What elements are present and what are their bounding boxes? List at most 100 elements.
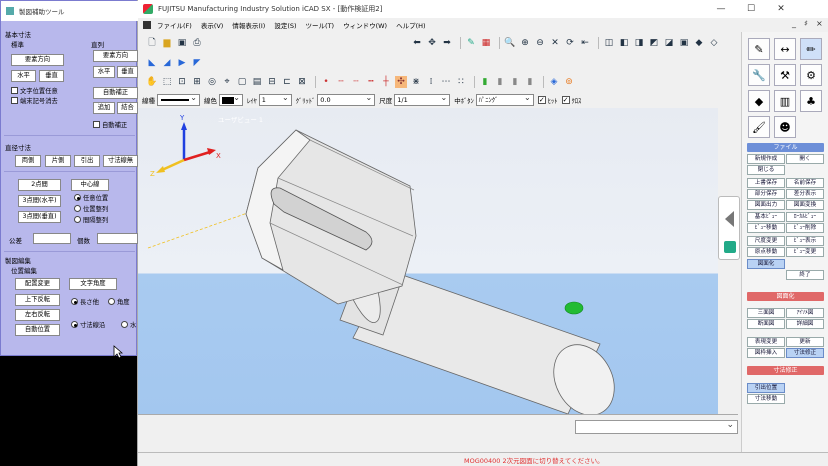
cmd-detail-view[interactable]: 詳細図 — [786, 319, 824, 329]
drawing-check-icon[interactable]: ✎ — [748, 38, 770, 60]
cmd-view-change[interactable]: ﾋﾞｭｰ変更 — [786, 247, 824, 257]
cube-blue-3-icon[interactable]: ▶ — [176, 57, 188, 69]
cmd-local-view[interactable]: ﾛｰｶﾙﾋﾞｭｰ — [786, 212, 824, 222]
tolerance-input[interactable] — [33, 233, 71, 244]
dimension-icon[interactable]: ↔ — [774, 38, 796, 60]
cmd-end[interactable]: 終了 — [786, 270, 824, 280]
cmd-show-change[interactable]: 表現変更 — [747, 337, 785, 347]
zoom-out-icon[interactable]: ⊖ — [534, 37, 546, 49]
length-radio[interactable]: 長さ他 — [71, 297, 99, 306]
3d-viewport[interactable]: ユーザビュー 1 Y X Z — [138, 108, 718, 414]
lamp-icon[interactable]: ⊚ — [563, 76, 575, 88]
close-button[interactable]: ✕ — [768, 0, 794, 18]
measure-icon[interactable]: ◈ — [548, 76, 560, 88]
angle-radio[interactable]: 角度 — [108, 297, 130, 306]
flip-updown-button[interactable]: 上下反転 — [15, 294, 60, 306]
green-tool-icon[interactable] — [724, 241, 736, 253]
building-icon[interactable]: ▥ — [774, 90, 796, 112]
snap-end-icon[interactable]: ▢ — [236, 76, 248, 88]
snap-circle-icon[interactable]: ◎ — [206, 76, 218, 88]
minimize-button[interactable]: — — [708, 0, 734, 18]
mdi-close-button[interactable]: × — [816, 19, 823, 28]
cmd-open[interactable]: 開く — [786, 154, 824, 164]
auto-adjust-button[interactable]: 自動補正 — [93, 87, 138, 99]
cmd-axo-view[interactable]: ｱｲｿﾒ図 — [786, 308, 824, 318]
rotate-icon[interactable]: ⟳ — [564, 37, 576, 49]
cube-blue-2-icon[interactable]: ◢ — [161, 57, 173, 69]
add-button[interactable]: 追加 — [93, 102, 115, 114]
space-align-radio[interactable]: 間隔整列 — [74, 215, 108, 224]
menu-info[interactable]: 情報表示(I) — [232, 20, 265, 30]
view-front-icon[interactable]: ◫ — [603, 37, 615, 49]
open-folder-icon[interactable]: ▆ — [161, 37, 173, 49]
side-panel-toggle[interactable] — [718, 196, 740, 260]
grid-snap-icon[interactable]: ⋯ — [440, 76, 452, 88]
cmd-scale-change[interactable]: 尺度変更 — [747, 236, 785, 246]
scale-combo[interactable]: 1/1 — [394, 94, 451, 106]
view-back-icon[interactable]: ◪ — [663, 37, 675, 49]
auto-snap-icon[interactable]: ✣ — [395, 76, 407, 88]
one-side-button[interactable]: 片側 — [45, 155, 71, 167]
category-dim-fix[interactable]: 寸法修正 — [747, 366, 824, 375]
grid-combo[interactable]: 0.0 — [317, 94, 376, 106]
new-file-icon[interactable]: 🗋 — [146, 37, 158, 49]
no-dim-line-button[interactable]: 寸法線無 — [103, 155, 138, 167]
view-side-icon[interactable]: ◨ — [633, 37, 645, 49]
red-grid-icon[interactable]: ▦ — [480, 37, 492, 49]
cmd-base-view[interactable]: 基本ﾋﾞｭｰ — [747, 212, 785, 222]
menu-view[interactable]: 表示(V) — [201, 20, 224, 30]
cross-icon[interactable]: ┼ — [380, 76, 392, 88]
cmd-drawing-out[interactable]: 図面出力 — [747, 200, 785, 210]
vertical-button-1[interactable]: 垂直 — [39, 70, 64, 82]
cmd-update[interactable]: 更新 — [786, 337, 824, 347]
print-icon[interactable]: ⎙ — [191, 37, 203, 49]
cmd-origin-move[interactable]: 原点移動 — [747, 247, 785, 257]
elem-dir-button-2[interactable]: 要素方向 — [93, 50, 138, 62]
snap-tangent-icon[interactable]: ⌖ — [221, 76, 233, 88]
cmd-view-move[interactable]: ﾋﾞｭｰ移動 — [747, 223, 785, 233]
snap-center-icon[interactable]: ⊡ — [176, 76, 188, 88]
elem-dir-button-1[interactable]: 要素方向 — [11, 54, 64, 66]
menu-help[interactable]: ヘルプ(H) — [396, 20, 425, 30]
edit-icon[interactable]: ✏ — [800, 38, 822, 60]
command-history-combo[interactable] — [575, 420, 738, 434]
grid-dots-icon[interactable]: ∷ — [455, 76, 467, 88]
arrow-cross-icon[interactable]: ✥ — [426, 37, 438, 49]
point-icon[interactable]: • — [320, 76, 332, 88]
view-bottom-icon[interactable]: ▣ — [678, 37, 690, 49]
category-drawing[interactable]: 図面化 — [747, 292, 824, 301]
cmd-diff-show[interactable]: 差分表示 — [786, 189, 824, 199]
vertical-button-2[interactable]: 垂直 — [117, 66, 138, 78]
cylinder-gray-1-icon[interactable]: ▮ — [494, 76, 506, 88]
cmd-save-over[interactable]: 上書保存 — [747, 178, 785, 188]
center-line-button[interactable]: 中心線 — [71, 179, 109, 191]
snap-grid-icon[interactable]: ⊠ — [296, 76, 308, 88]
cmd-new[interactable]: 新規作成 — [747, 154, 785, 164]
cmd-drawing[interactable]: 図面化 — [747, 259, 785, 269]
cmd-lead-dim[interactable]: 引出位置 — [747, 383, 785, 393]
hammer-icon[interactable]: ⚒ — [774, 64, 796, 86]
cmd-view-show[interactable]: ﾋﾞｭｰ表示 — [786, 236, 824, 246]
count-input[interactable] — [97, 233, 138, 244]
view-iso-icon[interactable]: ◩ — [648, 37, 660, 49]
any-position-radio[interactable]: 任意位置 — [74, 193, 108, 202]
line-color-combo[interactable] — [219, 94, 243, 106]
selection-marker[interactable] — [564, 301, 584, 315]
cylinder-gray-2-icon[interactable]: ▮ — [509, 76, 521, 88]
snap-node-icon[interactable]: ▤ — [251, 76, 263, 88]
mid-button-combo[interactable]: ﾊﾟﾆﾝｸﾞ — [475, 94, 534, 106]
cross-checkbox[interactable]: ✓ ｸﾛｽ — [561, 95, 581, 105]
two-point-button[interactable]: 2点間 — [18, 179, 61, 191]
lead-button[interactable]: 引出 — [74, 155, 100, 167]
cube-blue-4-icon[interactable]: ◤ — [191, 57, 203, 69]
category-file[interactable]: ファイル — [747, 143, 824, 152]
line-type-combo[interactable] — [157, 94, 200, 106]
cylinder-green-icon[interactable]: ▮ — [479, 76, 491, 88]
stamp-icon[interactable]: ♣ — [800, 90, 822, 112]
line-div-icon[interactable]: ┅ — [365, 76, 377, 88]
horizontal-button-2[interactable]: 水平 — [93, 66, 115, 78]
both-side-button[interactable]: 両側 — [15, 155, 41, 167]
cube-color-icon[interactable]: ◆ — [748, 90, 770, 112]
maximize-button[interactable]: ☐ — [738, 0, 764, 18]
arrow-left-icon[interactable]: ⬅ — [411, 37, 423, 49]
